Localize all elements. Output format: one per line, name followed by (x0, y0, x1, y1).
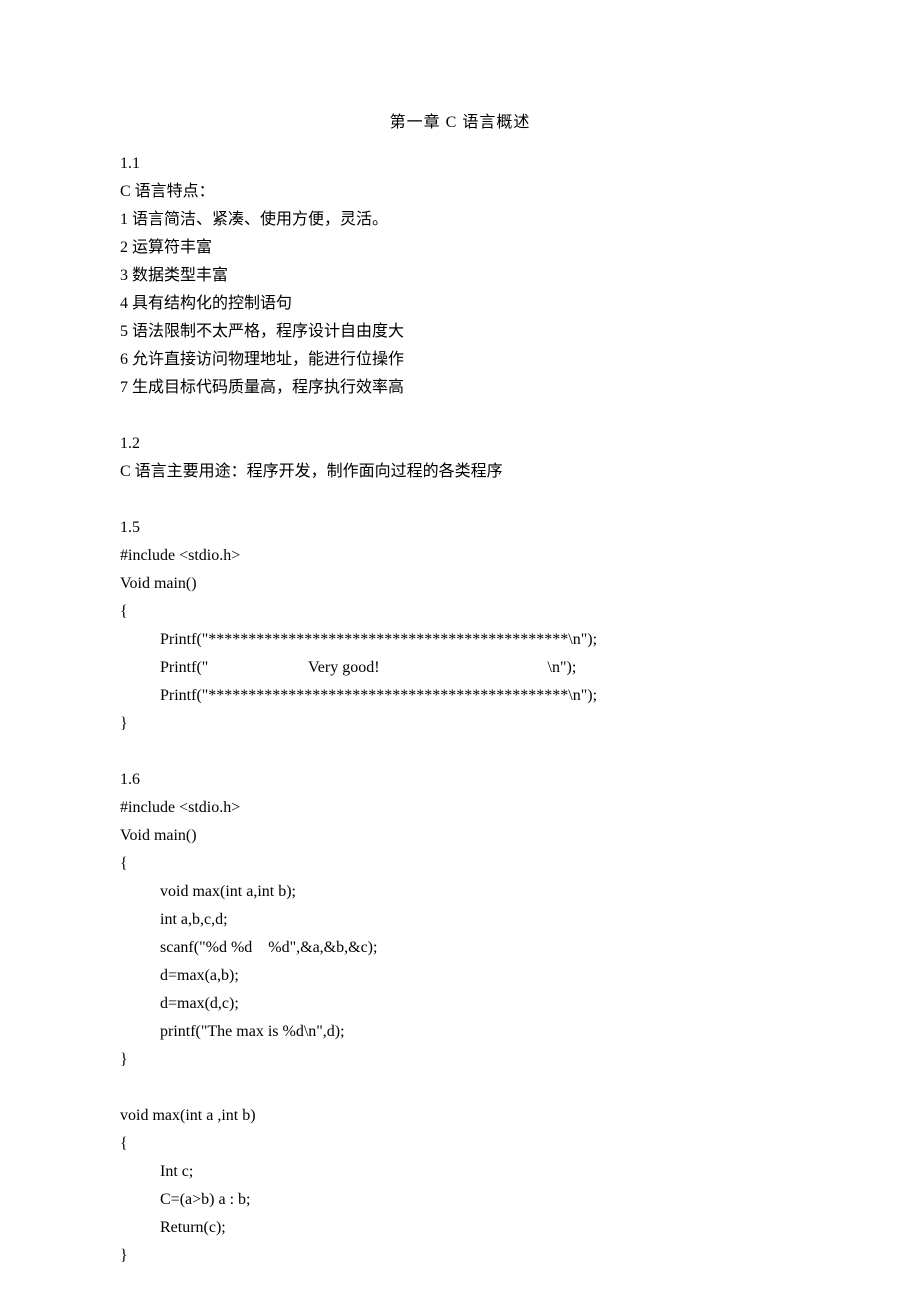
section-heading: 1.1 (120, 150, 800, 178)
section-text: C 语言主要用途：程序开发，制作面向过程的各类程序 (120, 458, 800, 486)
code-line: int a,b,c,d; (120, 906, 800, 934)
section-heading: 1.2 (120, 430, 800, 458)
code-line: } (120, 1046, 800, 1074)
code-line: { (120, 598, 800, 626)
code-line: void max(int a ,int b) (120, 1102, 800, 1130)
code-line: scanf("%d %d %d",&a,&b,&c); (120, 934, 800, 962)
code-line: void max(int a,int b); (120, 878, 800, 906)
code-line: Printf(" Very good! \n"); (120, 654, 800, 682)
blank-line (120, 402, 800, 430)
code-line: printf("The max is %d\n",d); (120, 1018, 800, 1046)
list-item: 6 允许直接访问物理地址，能进行位操作 (120, 346, 800, 374)
document-body: 1.1 C 语言特点： 1 语言简洁、紧凑、使用方便，灵活。 2 运算符丰富 3… (120, 150, 800, 1270)
list-item: 5 语法限制不太严格，程序设计自由度大 (120, 318, 800, 346)
code-line: { (120, 1130, 800, 1158)
list-item: 2 运算符丰富 (120, 234, 800, 262)
chapter-title: 第一章 C 语言概述 (120, 108, 800, 132)
code-line: d=max(d,c); (120, 990, 800, 1018)
list-item: 3 数据类型丰富 (120, 262, 800, 290)
section-heading: 1.5 (120, 514, 800, 542)
document-page: 第一章 C 语言概述 1.1 C 语言特点： 1 语言简洁、紧凑、使用方便，灵活… (0, 0, 920, 1302)
list-item: 7 生成目标代码质量高，程序执行效率高 (120, 374, 800, 402)
blank-line (120, 738, 800, 766)
code-line: } (120, 1242, 800, 1270)
code-line: Printf("********************************… (120, 682, 800, 710)
section-heading: 1.6 (120, 766, 800, 794)
list-item: 4 具有结构化的控制语句 (120, 290, 800, 318)
code-line: Int c; (120, 1158, 800, 1186)
code-line: #include <stdio.h> (120, 542, 800, 570)
code-line: d=max(a,b); (120, 962, 800, 990)
list-item: 1 语言简洁、紧凑、使用方便，灵活。 (120, 206, 800, 234)
blank-line (120, 1074, 800, 1102)
code-line: #include <stdio.h> (120, 794, 800, 822)
code-line: C=(a>b) a : b; (120, 1186, 800, 1214)
code-line: Void main() (120, 570, 800, 598)
code-line: Printf("********************************… (120, 626, 800, 654)
blank-line (120, 486, 800, 514)
code-line: } (120, 710, 800, 738)
code-line: { (120, 850, 800, 878)
section-intro: C 语言特点： (120, 178, 800, 206)
code-line: Return(c); (120, 1214, 800, 1242)
code-line: Void main() (120, 822, 800, 850)
